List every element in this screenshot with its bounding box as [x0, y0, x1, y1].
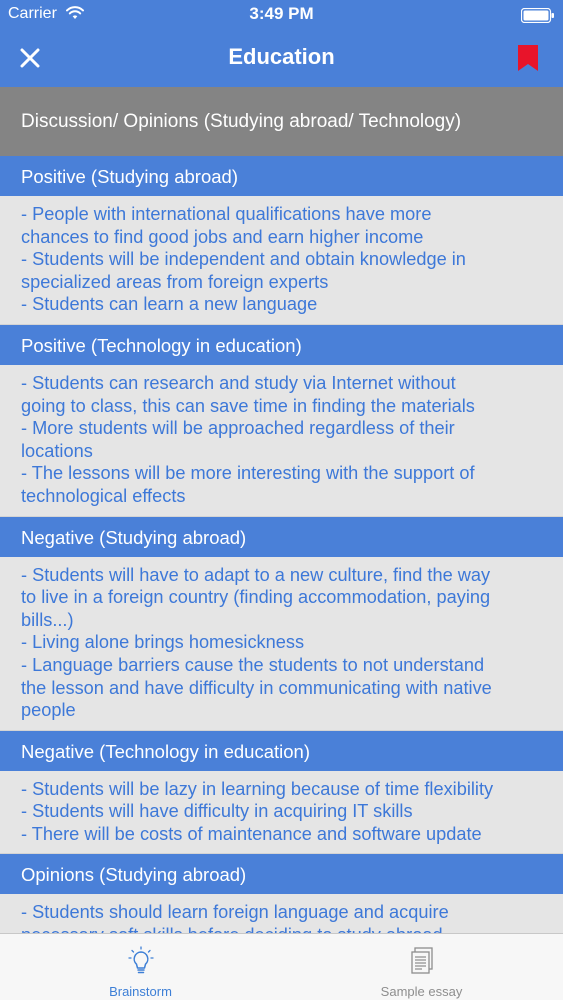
section-body: - Students will be lazy in learning beca… — [0, 770, 563, 855]
point-line: - Students should learn foreign language… — [21, 902, 449, 923]
tab-label: Sample essay — [380, 984, 463, 999]
point-line: - Living alone brings homesickness — [21, 632, 305, 653]
point-line: technological effects — [21, 485, 186, 506]
point-line: - The lessons will be more interesting w… — [21, 463, 475, 484]
point-line: locations — [21, 440, 93, 461]
navigation-bar: Education — [0, 30, 563, 87]
point-line: - Students can learn a new language — [21, 294, 318, 315]
section-title: Negative (Technology in education) — [0, 730, 563, 771]
tab-bar: Brainstorm Sample essay — [0, 933, 563, 1000]
header: Carrier 3:49 PM Education — [0, 0, 563, 87]
tab-sample-essay[interactable]: Sample essay — [281, 934, 562, 1000]
point-line: - There will be costs of maintenance and… — [21, 823, 482, 844]
point-line: - Students will be lazy in learning beca… — [21, 778, 494, 799]
section-body: - Students should learn foreign language… — [0, 894, 563, 933]
section-positive-studying-abroad: Positive (Studying abroad) - People with… — [0, 156, 563, 325]
status-bar: Carrier 3:49 PM — [0, 0, 563, 30]
topic-header: Discussion/ Opinions (Studying abroad/ T… — [0, 87, 563, 156]
point-line: necessary soft skills before deciding to… — [21, 924, 542, 933]
point-line: the lesson and have difficulty in commun… — [21, 677, 492, 698]
point-line: going to class, this can save time in fi… — [21, 395, 475, 416]
document-stack-icon — [410, 947, 433, 974]
page-title: Education — [228, 44, 335, 69]
section-body: - Students can research and study via In… — [0, 364, 563, 517]
point-line: - Students will have difficulty in acqui… — [21, 801, 413, 822]
section-positive-technology: Positive (Technology in education) - Stu… — [0, 324, 563, 517]
point-line: specialized areas from foreign experts — [21, 271, 329, 292]
section-body: - Students will have to adapt to a new c… — [0, 556, 563, 731]
section-title: Opinions (Studying abroad) — [0, 854, 563, 895]
section-title: Positive (Technology in education) — [0, 324, 563, 365]
point-line: bills...) — [21, 609, 74, 630]
point-line: to live in a foreign country (finding ac… — [21, 587, 491, 608]
status-time: 3:49 PM — [249, 4, 314, 23]
lightbulb-icon — [127, 946, 154, 974]
point-line: - Students can research and study via In… — [21, 372, 456, 393]
point-line: - Students will have to adapt to a new c… — [21, 564, 491, 585]
section-title: Positive (Studying abroad) — [0, 156, 563, 196]
point-line: people — [21, 700, 76, 721]
point-line: chances to find good jobs and earn highe… — [21, 226, 424, 247]
point-line: - Language barriers cause the students t… — [21, 654, 485, 675]
content-scroll[interactable]: Discussion/ Opinions (Studying abroad/ T… — [0, 87, 563, 933]
point-line: - More students will be approached regar… — [21, 418, 455, 439]
section-opinions-studying-abroad: Opinions (Studying abroad) - Students sh… — [0, 854, 563, 933]
section-negative-technology: Negative (Technology in education) - Stu… — [0, 730, 563, 855]
section-body: - People with international qualificatio… — [0, 196, 563, 325]
bookmark-icon — [518, 45, 538, 71]
battery-icon — [521, 8, 554, 23]
section-negative-studying-abroad: Negative (Studying abroad) - Students wi… — [0, 516, 563, 731]
point-line: - Students will be independent and obtai… — [21, 249, 466, 270]
tab-brainstorm[interactable]: Brainstorm — [0, 934, 281, 1000]
point-line: - People with international qualificatio… — [21, 204, 432, 224]
bookmark-button[interactable] — [506, 38, 550, 78]
section-title: Negative (Studying abroad) — [0, 516, 563, 557]
tab-label: Brainstorm — [109, 984, 172, 999]
